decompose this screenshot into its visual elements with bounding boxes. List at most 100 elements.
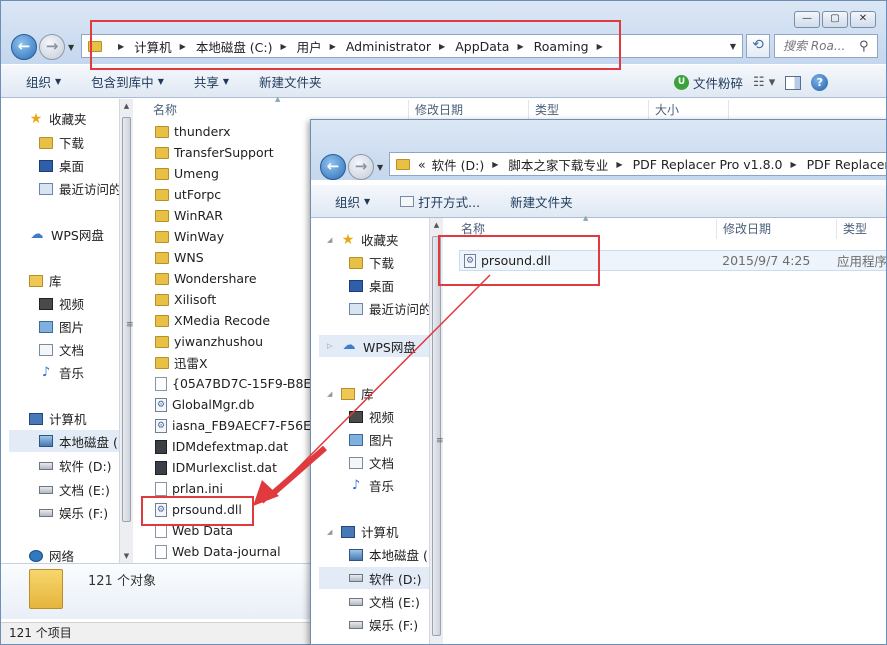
file-row[interactable]: utForpc	[155, 184, 311, 205]
file-row[interactable]: WNS	[155, 247, 311, 268]
file-row[interactable]: Web Data	[155, 520, 311, 541]
breadcrumb-drive-c[interactable]: 本地磁盘 (C:)	[196, 37, 273, 56]
nav-drive-e[interactable]: 文档 (E:)	[39, 480, 110, 499]
nav-documents[interactable]: 文档	[349, 453, 394, 472]
scroll-thumb[interactable]: ≡	[122, 117, 134, 522]
file-row[interactable]: thunderx	[155, 121, 311, 142]
scroll-down-icon[interactable]: ▼	[120, 549, 133, 563]
open-with-button[interactable]: 打开方式...	[382, 192, 492, 211]
breadcrumb-separator-icon[interactable]: ▶	[790, 160, 796, 169]
expand-icon[interactable]: ▷	[327, 342, 335, 350]
breadcrumb-separator-icon[interactable]: ▶	[597, 42, 603, 51]
nav-computer[interactable]: ◢ 计算机	[327, 522, 399, 541]
column-modified[interactable]: 修改日期	[717, 219, 837, 239]
column-type[interactable]: 类型	[837, 219, 886, 239]
nav-drive-e[interactable]: 文档 (E:)	[349, 592, 420, 611]
scroll-thumb[interactable]: ≡	[432, 236, 444, 636]
file-smash-button[interactable]: U 文件粉碎	[674, 73, 743, 92]
scroll-up-icon[interactable]: ▲	[120, 99, 133, 113]
nav-pictures[interactable]: 图片	[349, 430, 394, 449]
column-name[interactable]: 名称	[455, 219, 717, 239]
file-row[interactable]: XMedia Recode	[155, 310, 311, 331]
breadcrumb-separator-icon[interactable]: ▶	[118, 42, 124, 51]
breadcrumb-separator-icon[interactable]: ▶	[180, 42, 186, 51]
breadcrumb-drive-d[interactable]: 软件 (D:)	[432, 155, 485, 174]
nav-favorites[interactable]: ◢ ★ 收藏夹	[327, 230, 399, 249]
nav-libraries[interactable]: ◢ 库	[327, 384, 374, 403]
breadcrumb-separator-icon[interactable]: ▶	[281, 42, 287, 51]
column-size[interactable]: 大小	[649, 100, 729, 120]
nav-music[interactable]: ♪ 音乐	[39, 363, 84, 382]
file-row[interactable]: WinRAR	[155, 205, 311, 226]
file-row[interactable]: prlan.ini	[155, 478, 311, 499]
file-row[interactable]: IDMurlexclist.dat	[155, 457, 311, 478]
nav-desktop[interactable]: 桌面	[39, 156, 84, 175]
nav-drive-d[interactable]: 软件 (D:)	[319, 567, 429, 589]
breadcrumb-separator-icon[interactable]: ▶	[517, 42, 523, 51]
column-type[interactable]: 类型	[529, 100, 649, 120]
nav-scrollbar[interactable]: ▲ ≡ ▼	[119, 99, 134, 563]
file-row[interactable]: 迅雷X	[155, 352, 311, 373]
nav-downloads[interactable]: 下载	[349, 253, 394, 272]
nav-music[interactable]: ♪ 音乐	[349, 476, 394, 495]
breadcrumb-roaming[interactable]: Roaming	[534, 39, 589, 54]
breadcrumb-pdf-replacer-version[interactable]: PDF Replacer Pro v1.8.0	[633, 157, 783, 172]
search-box[interactable]: ⚲	[774, 34, 878, 58]
breadcrumb-separator-icon[interactable]: ▶	[439, 42, 445, 51]
nav-wps[interactable]: ☁ WPS网盘	[29, 225, 104, 244]
breadcrumb-administrator[interactable]: Administrator	[346, 39, 431, 54]
file-row[interactable]: GlobalMgr.db	[155, 394, 311, 415]
collapse-icon[interactable]: ◢	[327, 390, 335, 398]
file-row[interactable]: IDMdefextmap.dat	[155, 436, 311, 457]
nav-drive-c[interactable]: 本地磁盘 (	[349, 545, 428, 564]
breadcrumb-overflow-icon[interactable]: «	[418, 157, 426, 172]
new-folder-button[interactable]: 新建文件夹	[241, 72, 334, 91]
search-icon[interactable]: ⚲	[859, 39, 869, 54]
nav-drive-d[interactable]: 软件 (D:)	[39, 456, 112, 475]
address-dropdown-icon[interactable]: ▼	[730, 42, 736, 51]
nav-wps[interactable]: ▷ ☁ WPS网盘	[319, 335, 429, 357]
file-row[interactable]: Umeng	[155, 163, 311, 184]
breadcrumb-separator-icon[interactable]: ▶	[492, 160, 498, 169]
nav-pictures[interactable]: 图片	[39, 317, 84, 336]
include-in-library-button[interactable]: 包含到库中 ▼	[73, 72, 176, 91]
minimize-button[interactable]: —	[794, 11, 820, 28]
column-modified[interactable]: 修改日期	[409, 100, 529, 120]
breadcrumb-separator-icon[interactable]: ▶	[330, 42, 336, 51]
nav-documents[interactable]: 文档	[39, 340, 84, 359]
breadcrumb-computer[interactable]: 计算机	[134, 37, 172, 56]
nav-recent[interactable]: 最近访问的	[349, 299, 432, 318]
search-input[interactable]	[783, 39, 853, 53]
history-dropdown-icon[interactable]: ▼	[68, 43, 74, 52]
address-bar[interactable]: ▶ 计算机 ▶ 本地磁盘 (C:) ▶ 用户 ▶ Administrator ▶…	[81, 34, 743, 58]
file-row[interactable]: Web Data-journal	[155, 541, 311, 562]
nav-videos[interactable]: 视频	[349, 407, 394, 426]
file-row[interactable]: prsound.dll	[155, 499, 311, 520]
share-button[interactable]: 共享 ▼	[176, 72, 241, 91]
breadcrumb-appdata[interactable]: AppData	[455, 39, 509, 54]
scroll-up-icon[interactable]: ▲	[430, 218, 443, 232]
file-row[interactable]: TransferSupport	[155, 142, 311, 163]
collapse-icon[interactable]: ◢	[327, 528, 335, 536]
refresh-button[interactable]: ⟲	[746, 34, 770, 58]
nav-downloads[interactable]: 下载	[39, 133, 84, 152]
view-options-icon[interactable]: ☷ ▾	[753, 75, 775, 90]
close-button[interactable]: ✕	[850, 11, 876, 28]
history-dropdown-icon[interactable]: ▼	[377, 163, 383, 172]
forward-button[interactable]: →	[39, 34, 65, 60]
maximize-button[interactable]: ▢	[822, 11, 848, 28]
breadcrumb-jb51-downloads[interactable]: 脚本之家下载专业	[508, 155, 608, 174]
column-name[interactable]: 名称	[147, 100, 409, 120]
breadcrumb-separator-icon[interactable]: ▶	[616, 160, 622, 169]
forward-button[interactable]: →	[348, 154, 374, 180]
file-row[interactable]: {05A7BD7C-15F9-B8E5-	[155, 373, 311, 394]
file-row-prsound[interactable]: prsound.dll 2015/9/7 4:25 应用程序	[459, 250, 886, 271]
breadcrumb-pdf-replacer[interactable]: PDF Replacer Pro	[807, 157, 886, 172]
nav-computer[interactable]: 计算机	[29, 409, 87, 428]
nav-libraries[interactable]: 库	[29, 271, 62, 290]
nav-recent[interactable]: 最近访问的	[39, 179, 122, 198]
preview-pane-icon[interactable]	[785, 75, 802, 90]
nav-desktop[interactable]: 桌面	[349, 276, 394, 295]
file-row[interactable]: Xilisoft	[155, 289, 311, 310]
organize-button[interactable]: 组织 ▼	[311, 192, 382, 211]
